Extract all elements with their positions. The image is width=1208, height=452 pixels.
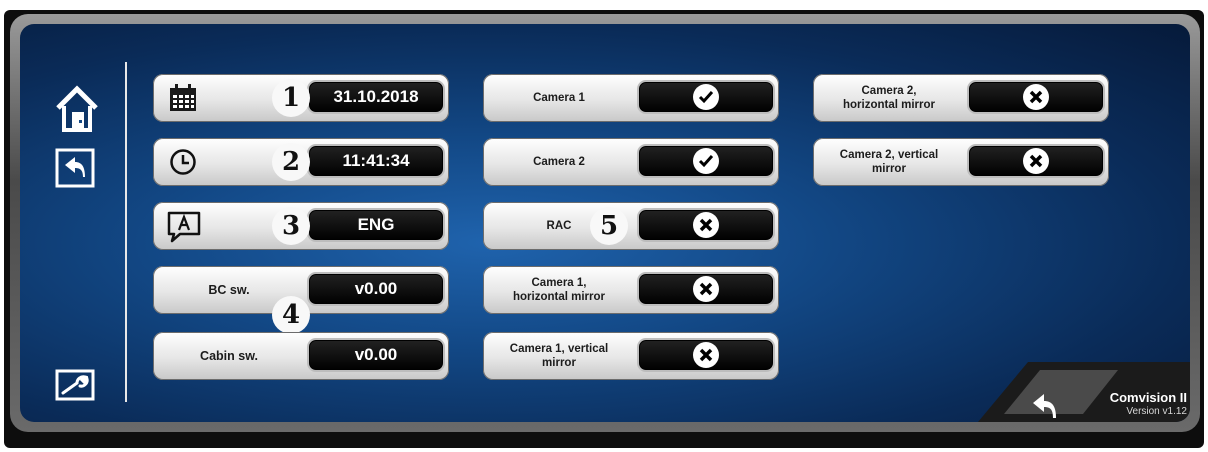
camera-row: RAC (483, 202, 779, 250)
camera-row: Camera 1, horizontal mirror (483, 266, 779, 314)
camera-row: Camera 1, vertical mirror (483, 332, 779, 380)
x-icon (1023, 148, 1049, 174)
marker-3: 3 (272, 207, 310, 245)
x-icon (693, 276, 719, 302)
camera-row: Camera 1 (483, 74, 779, 122)
app-name: Comvision II (1109, 390, 1187, 405)
marker-4: 4 (272, 296, 310, 334)
back-button-side[interactable] (55, 148, 95, 188)
camera-row: Camera 2 (483, 138, 779, 186)
camera-label: Camera 1, horizontal mirror (512, 277, 605, 303)
marker-5: 5 (590, 207, 628, 245)
language-icon (167, 211, 201, 243)
camera-toggle[interactable] (637, 338, 775, 372)
camera-label: Camera 1 (533, 92, 585, 104)
x-icon (1023, 84, 1049, 110)
check-icon (693, 148, 719, 174)
x-icon (693, 212, 719, 238)
camera-row: Camera 2, vertical mirror (813, 138, 1109, 186)
wrench-icon (55, 369, 95, 401)
service-button[interactable] (55, 369, 95, 401)
camera-toggle[interactable] (967, 80, 1105, 114)
marker-2: 2 (272, 143, 310, 181)
cabin-sw-label: Cabin sw. (200, 349, 258, 363)
camera-toggle[interactable] (637, 80, 775, 114)
cabin-sw-row: Cabin sw. v0.00 (153, 332, 449, 380)
time-value[interactable]: 11:41:34 (307, 144, 445, 178)
cabin-sw-value: v0.00 (307, 338, 445, 372)
bc-sw-value: v0.00 (307, 272, 445, 306)
brand: Comvision II Version v1.12 (1082, 390, 1187, 417)
clock-icon (170, 149, 196, 175)
camera-toggle[interactable] (967, 144, 1105, 178)
main-screen: 31.10.2018 1 11:41:34 2 ENG 3 BC sw. v0.… (20, 24, 1190, 422)
sidebar-divider (125, 62, 127, 402)
back-icon (1033, 394, 1056, 418)
date-value[interactable]: 31.10.2018 (307, 80, 445, 114)
calendar-icon (170, 84, 196, 111)
camera-toggle[interactable] (637, 208, 775, 242)
x-icon (693, 342, 719, 368)
check-icon (693, 84, 719, 110)
camera-toggle[interactable] (637, 144, 775, 178)
camera-label: Camera 2, horizontal mirror (842, 85, 935, 111)
app-version: Version v1.12 (1126, 406, 1187, 417)
camera-toggle[interactable] (637, 272, 775, 306)
marker-1: 1 (272, 79, 310, 117)
camera-label: Camera 1, vertical mirror (509, 343, 609, 369)
language-value[interactable]: ENG (307, 208, 445, 242)
back-icon (55, 148, 95, 188)
camera-label: Camera 2, vertical mirror (839, 149, 939, 175)
camera-label: Camera 2 (533, 156, 585, 168)
camera-row: Camera 2, horizontal mirror (813, 74, 1109, 122)
back-button-footer[interactable] (1025, 386, 1065, 422)
home-button[interactable] (55, 84, 99, 134)
home-icon (56, 85, 98, 132)
